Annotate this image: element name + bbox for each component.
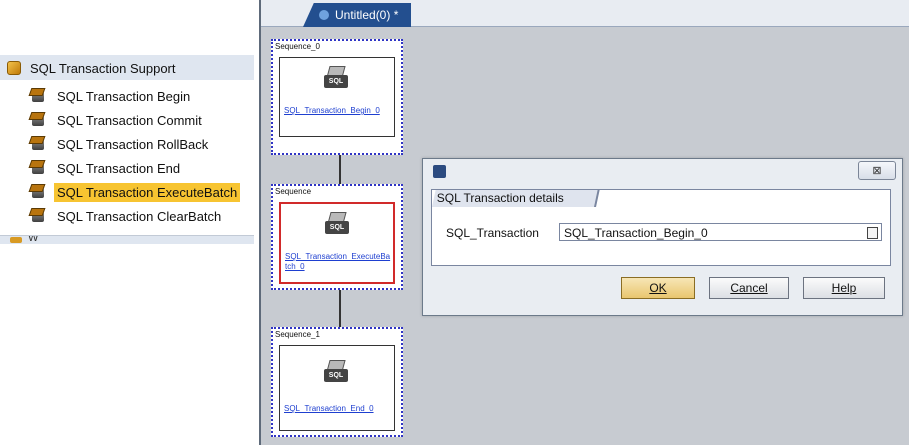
palette-item-label: SQL Transaction Begin (57, 88, 191, 104)
tab-label: Untitled(0) * (335, 8, 399, 22)
sql-transaction-label: SQL_Transaction (446, 226, 539, 240)
sequence-label: Sequence_0 (275, 42, 320, 51)
node-name-link[interactable]: SQL_Transaction_End_0 (284, 404, 392, 414)
close-icon: ⊠ (872, 165, 882, 177)
dialog-title-bar[interactable]: ⊠ (423, 159, 902, 183)
diagram-icon (319, 10, 329, 20)
palette-item-label: SQL Transaction End (57, 160, 181, 176)
palette-panel: SQL Transaction Support SQL Transaction … (0, 55, 254, 244)
ok-button[interactable]: OK (621, 277, 695, 299)
group-title: SQL Transaction details (432, 190, 600, 207)
database-icon (30, 184, 48, 200)
tab-untitled[interactable]: Untitled(0) * (303, 3, 411, 27)
palette-next-group-label: W (28, 235, 39, 244)
cube-icon (10, 237, 22, 243)
sequence-label: Sequence_1 (275, 330, 320, 339)
cancel-button[interactable]: Cancel (709, 277, 789, 299)
sequence-container[interactable]: Sequence SQL SQL_Transaction_ExecuteBatc… (271, 184, 403, 290)
palette-item-commit[interactable]: SQL Transaction Commit (30, 109, 205, 131)
palette-item-executebatch[interactable]: SQL Transaction ExecuteBatch (30, 181, 241, 203)
tab-bar: Untitled(0) * (261, 0, 909, 27)
sql-database-icon: SQL (324, 66, 350, 90)
flow-connector (339, 152, 341, 188)
palette-group-label: SQL Transaction Support (30, 60, 176, 76)
app-icon (433, 165, 446, 178)
palette-group-header[interactable]: SQL Transaction Support (0, 55, 254, 80)
picker-icon[interactable] (867, 227, 878, 239)
sql-node[interactable]: SQL SQL_Transaction_Begin_0 (279, 57, 395, 137)
sequence-label: Sequence (275, 187, 312, 196)
palette-item-label: SQL Transaction RollBack (57, 136, 209, 152)
database-icon (30, 208, 48, 224)
help-button[interactable]: Help (803, 277, 885, 299)
sql-database-icon: SQL (324, 360, 350, 384)
flow-connector (339, 286, 341, 330)
palette-item-rollback[interactable]: SQL Transaction RollBack (30, 133, 211, 155)
sql-node-selected[interactable]: SQL SQL_Transaction_ExecuteBatch_0 (279, 202, 395, 284)
database-icon (30, 136, 48, 152)
sql-transaction-dialog: ⊠ SQL Transaction details SQL_Transactio… (422, 158, 903, 316)
palette-item-begin[interactable]: SQL Transaction Begin (30, 85, 193, 107)
node-name-link[interactable]: SQL_Transaction_ExecuteBatch_0 (285, 252, 391, 272)
palette-item-clearbatch[interactable]: SQL Transaction ClearBatch (30, 205, 224, 227)
node-name-link[interactable]: SQL_Transaction_Begin_0 (284, 106, 392, 116)
sql-database-icon: SQL (325, 212, 351, 236)
palette-item-label: SQL Transaction Commit (57, 112, 202, 128)
palette-item-label: SQL Transaction ExecuteBatch (54, 182, 241, 202)
details-group: SQL Transaction details SQL_Transaction … (431, 189, 891, 266)
close-button[interactable]: ⊠ (858, 161, 896, 180)
database-icon (30, 160, 48, 176)
database-icon (30, 112, 48, 128)
palette-group-item[interactable]: SQL Transaction Support (7, 57, 179, 79)
sql-node[interactable]: SQL SQL_Transaction_End_0 (279, 345, 395, 431)
cube-icon (7, 61, 21, 75)
sql-transaction-field[interactable]: SQL_Transaction_Begin_0 (559, 223, 882, 241)
palette-item-label: SQL Transaction ClearBatch (57, 208, 222, 224)
sequence-container[interactable]: Sequence_0 SQL SQL_Transaction_Begin_0 (271, 39, 403, 155)
database-icon (30, 88, 48, 104)
palette-item-end[interactable]: SQL Transaction End (30, 157, 183, 179)
palette-next-group[interactable]: W (0, 235, 254, 244)
sql-transaction-value: SQL_Transaction_Begin_0 (564, 226, 708, 240)
sequence-container[interactable]: Sequence_1 SQL SQL_Transaction_End_0 (271, 327, 403, 437)
